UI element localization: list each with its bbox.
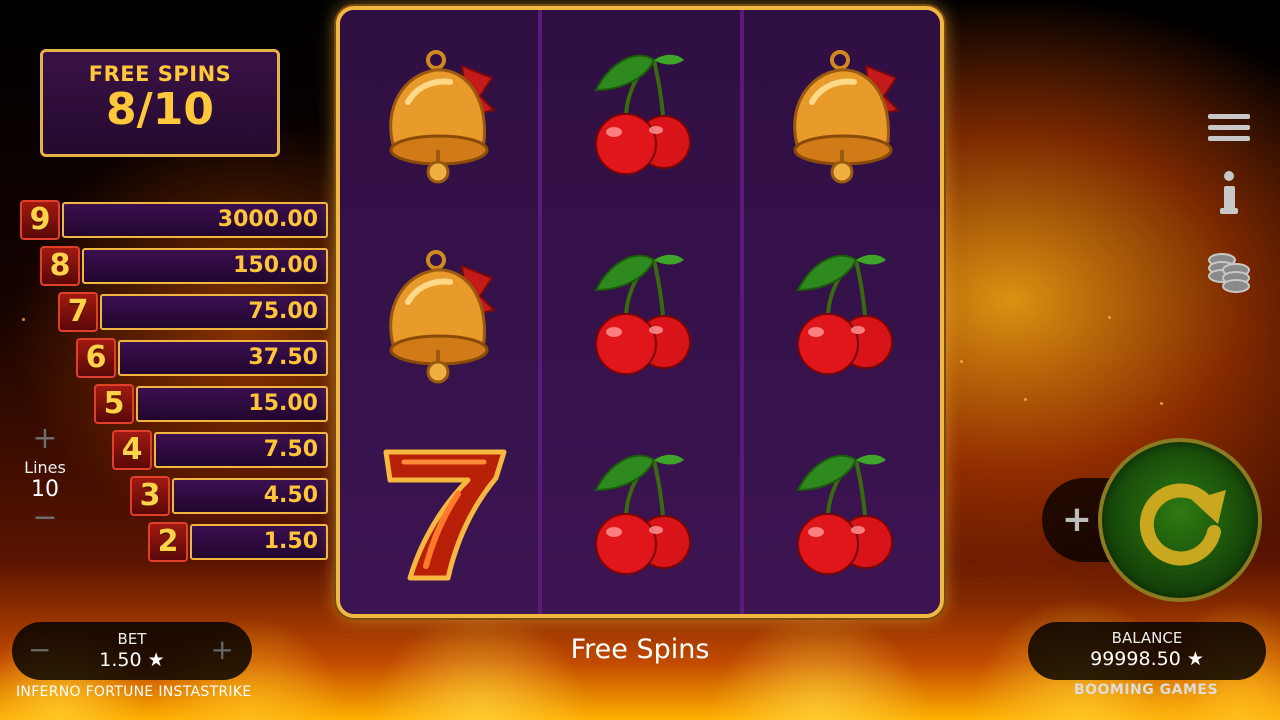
seven-icon — [383, 449, 507, 581]
menu-icon[interactable] — [1208, 114, 1250, 144]
payout-amount: 15.00 — [136, 386, 328, 422]
balance-display: BALANCE 99998.50 ★ — [1028, 622, 1266, 680]
payout-amount: 150.00 — [82, 248, 328, 284]
payout-amount: 1.50 — [190, 524, 328, 560]
bell-icon — [389, 50, 496, 184]
paytable-row: 150.00 8 — [40, 246, 328, 286]
balance-label: BALANCE — [1111, 629, 1183, 647]
paytable-row: 37.50 6 — [76, 338, 328, 378]
brand-logo: BOOMING GAMES — [1073, 682, 1219, 698]
info-icon[interactable] — [1218, 170, 1240, 216]
win-count-badge: 6 — [76, 338, 116, 378]
free-spins-label: FREE SPINS — [88, 62, 232, 86]
bet-increase-button[interactable]: + — [211, 636, 234, 664]
reel-cell — [542, 414, 740, 612]
paytable-row: 7.50 4 — [112, 430, 328, 470]
paytable-row: 75.00 7 — [58, 292, 328, 332]
paytable-row: 15.00 5 — [94, 384, 328, 424]
reel-cell — [340, 14, 538, 212]
spin-button[interactable] — [1098, 438, 1262, 602]
reel-cell — [744, 414, 940, 612]
free-spins-counter: FREE SPINS 8/10 — [40, 49, 280, 157]
paytable-row: 4.50 3 — [130, 476, 328, 516]
coins-icon[interactable] — [1206, 248, 1252, 296]
win-count-badge: 7 — [58, 292, 98, 332]
reel-cell — [744, 14, 940, 212]
bet-control: − BET 1.50 ★ + — [12, 622, 252, 680]
payout-amount: 4.50 — [172, 478, 328, 514]
game-title: INFERNO FORTUNE INSTASTRIKE — [16, 684, 252, 700]
reel-cell — [340, 214, 538, 412]
cherry-icon — [594, 254, 691, 375]
win-count-badge: 3 — [130, 476, 170, 516]
reel-cell — [542, 14, 740, 212]
lines-decrease-button[interactable]: − — [16, 503, 74, 533]
paytable-row: 1.50 2 — [148, 522, 328, 562]
cherry-icon — [796, 454, 893, 575]
win-count-badge: 8 — [40, 246, 80, 286]
win-count-badge: 4 — [112, 430, 152, 470]
spin-arrow-icon — [1139, 483, 1226, 566]
reel-cell — [542, 214, 740, 412]
lines-control: + Lines 10 − — [16, 424, 74, 533]
paytable-row: 3000.00 9 — [20, 200, 328, 240]
autoplay-plus-button[interactable]: + — [1060, 500, 1094, 540]
lines-increase-button[interactable]: + — [16, 424, 74, 454]
balance-value: 99998.50 ★ — [1090, 648, 1204, 670]
lines-label: Lines — [24, 458, 66, 477]
payout-amount: 3000.00 — [62, 202, 328, 238]
cherry-icon — [796, 254, 893, 375]
bell-icon — [793, 50, 900, 184]
bell-icon — [389, 250, 496, 384]
win-count-badge: 5 — [94, 384, 134, 424]
win-count-badge: 9 — [20, 200, 60, 240]
cherry-icon — [594, 54, 691, 175]
cherry-icon — [594, 454, 691, 575]
bet-decrease-button[interactable]: − — [28, 636, 51, 664]
payout-amount: 37.50 — [118, 340, 328, 376]
game-status: Free Spins — [570, 634, 710, 665]
free-spins-count: 8/10 — [106, 84, 214, 135]
reel-cell — [744, 214, 940, 412]
reel-grid — [336, 6, 944, 618]
win-count-badge: 2 — [148, 522, 188, 562]
payout-amount: 75.00 — [100, 294, 328, 330]
reel-cell — [340, 414, 538, 612]
payout-amount: 7.50 — [154, 432, 328, 468]
